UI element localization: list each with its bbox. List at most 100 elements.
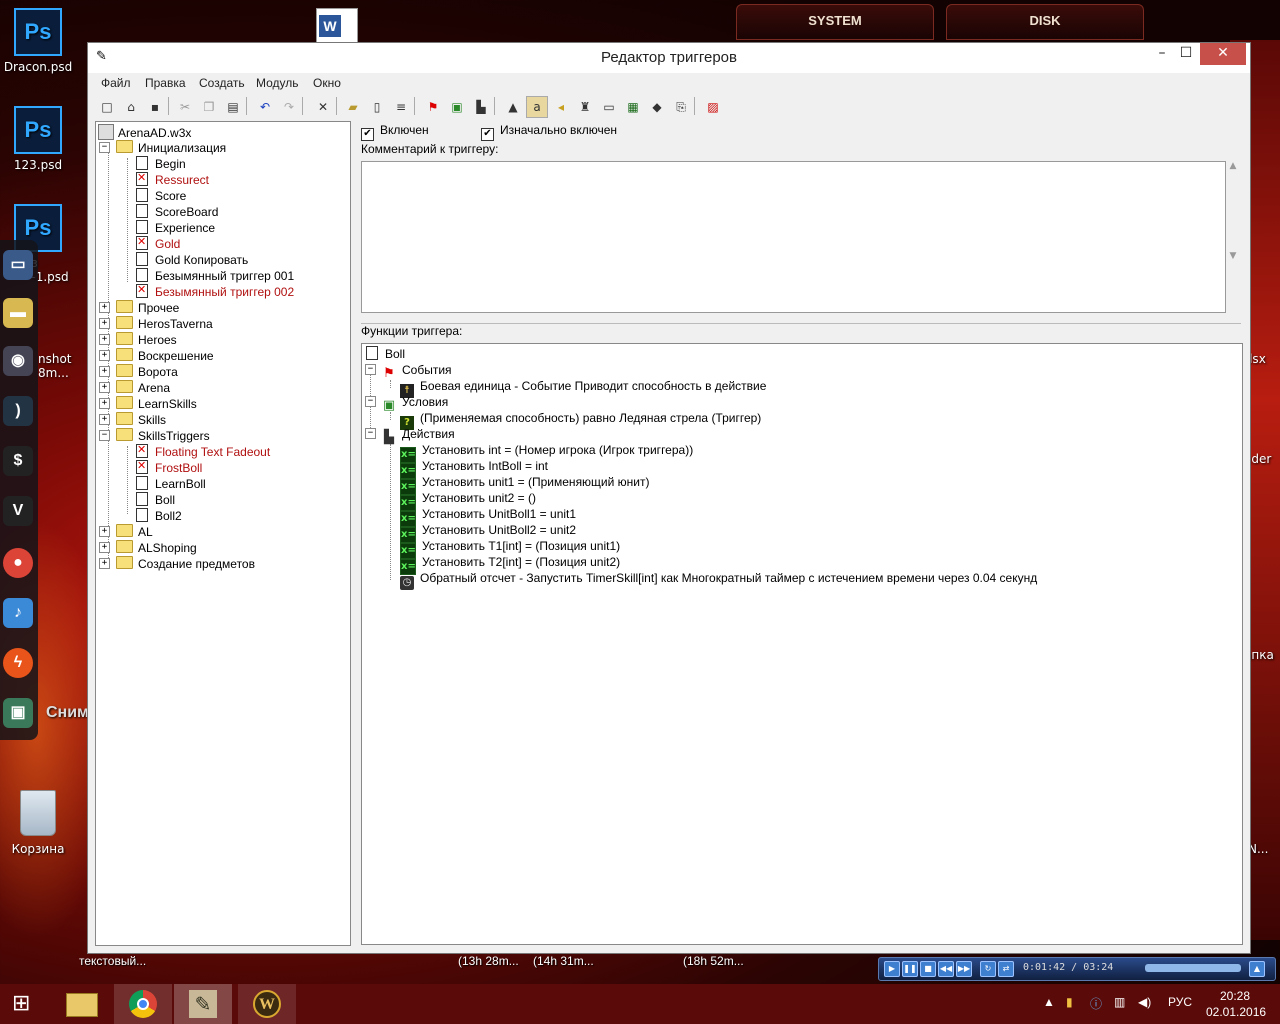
action-item[interactable]: x= Установить UnitBoll2 = unit2: [400, 522, 576, 543]
collapse-toggle[interactable]: −: [365, 428, 376, 439]
tree-trigger[interactable]: Gold Копировать: [134, 252, 248, 268]
collapse-toggle[interactable]: −: [99, 142, 110, 153]
dollar-icon[interactable]: $: [3, 446, 33, 476]
new-category-icon[interactable]: ▰: [342, 96, 364, 118]
redo-icon[interactable]: ↷: [278, 96, 300, 118]
action-item[interactable]: x= Установить IntBoll = int: [400, 458, 548, 479]
desktop-icon-123[interactable]: Ps 123.psd: [0, 106, 76, 172]
tree-trigger[interactable]: LearnBoll: [134, 476, 206, 492]
tree-trigger-selected[interactable]: Boll: [134, 492, 175, 508]
tree-category[interactable]: ALShoping: [116, 540, 197, 556]
new-action-icon[interactable]: ▙: [470, 96, 492, 118]
tree-trigger[interactable]: Безымянный триггер 001: [134, 268, 294, 284]
condition-item[interactable]: ? (Применяемая способность) равно Ледяная…: [400, 410, 761, 430]
section-divider[interactable]: [361, 323, 1241, 326]
tree-category[interactable]: SkillsTriggers: [116, 428, 210, 444]
events-node[interactable]: ⚑ События: [382, 362, 451, 381]
expand-toggle[interactable]: +: [99, 398, 110, 409]
menu-file[interactable]: Файл: [101, 76, 131, 90]
download-item[interactable]: (13h 28m...: [458, 954, 519, 968]
expand-toggle[interactable]: +: [99, 558, 110, 569]
tab-disk[interactable]: DISK: [946, 4, 1144, 40]
new-condition-icon[interactable]: ▣: [446, 96, 468, 118]
tree-root-map[interactable]: ArenaAD.w3x: [98, 124, 191, 140]
menu-edit[interactable]: Правка: [145, 76, 186, 90]
word-document-icon[interactable]: W: [316, 8, 358, 46]
tray-overflow-icon[interactable]: ▲: [1043, 995, 1055, 1009]
tree-trigger[interactable]: Begin: [134, 156, 186, 172]
tree-category[interactable]: Heroes: [116, 332, 177, 348]
menu-module[interactable]: Модуль: [256, 76, 299, 90]
action-item[interactable]: x= Установить T1[int] = (Позиция unit1): [400, 538, 620, 559]
download-item[interactable]: (18h 52m...: [683, 954, 744, 968]
expand-toggle[interactable]: +: [99, 382, 110, 393]
expand-toggle[interactable]: +: [99, 526, 110, 537]
music-note-icon[interactable]: ♪: [3, 598, 33, 628]
taskbar-chrome[interactable]: [114, 984, 172, 1024]
checkbox-box[interactable]: ✔: [481, 128, 494, 141]
stop-icon[interactable]: ■: [920, 961, 936, 977]
start-button[interactable]: ⊞: [0, 984, 58, 1024]
tree-category[interactable]: AL: [116, 524, 153, 540]
recycle-bin[interactable]: Корзина: [0, 790, 76, 856]
paste-icon[interactable]: ▤: [222, 96, 244, 118]
object-manager-icon[interactable]: ◆: [646, 96, 668, 118]
enabled-checkbox[interactable]: ✔ Включен: [361, 123, 429, 141]
object-editor-icon[interactable]: ♜: [574, 96, 596, 118]
eject-icon[interactable]: ▲: [1249, 961, 1265, 977]
clock[interactable]: 20:28 02.01.2016: [1206, 988, 1266, 1020]
play-icon[interactable]: ▶: [884, 961, 900, 977]
tree-trigger-disabled[interactable]: Ressurect: [134, 171, 209, 188]
cut-icon[interactable]: ✂: [174, 96, 196, 118]
tree-category[interactable]: HerosTaverna: [116, 316, 213, 332]
event-item[interactable]: ☨ Боевая единица - Событие Приводит спосо…: [400, 378, 766, 398]
pane-splitter[interactable]: [351, 121, 357, 944]
expand-toggle[interactable]: +: [99, 366, 110, 377]
expand-toggle[interactable]: +: [99, 542, 110, 553]
vampire-icon[interactable]: V: [3, 496, 33, 526]
expand-toggle[interactable]: +: [99, 318, 110, 329]
repeat-icon[interactable]: ↻: [980, 961, 996, 977]
next-icon[interactable]: ▶▶: [956, 961, 972, 977]
tree-category[interactable]: Skills: [116, 412, 166, 428]
tree-trigger-disabled[interactable]: FrostBoll: [134, 459, 202, 476]
music-app-icon[interactable]: ◉: [3, 346, 33, 376]
download-item[interactable]: (14h 31m...: [533, 954, 594, 968]
menu-window[interactable]: Окно: [313, 76, 341, 90]
open-icon[interactable]: ⌂: [120, 96, 142, 118]
volume-slider[interactable]: [1145, 964, 1241, 972]
info-icon[interactable]: ⓘ: [1090, 995, 1102, 1012]
tree-category[interactable]: Воскрешение: [116, 348, 214, 364]
expand-toggle[interactable]: +: [99, 334, 110, 345]
network-icon[interactable]: ): [3, 396, 33, 426]
close-button[interactable]: ✕: [1200, 43, 1246, 65]
screenshot-icon[interactable]: ▣: [3, 698, 33, 728]
tree-trigger[interactable]: Experience: [134, 220, 215, 236]
computer-icon[interactable]: ▭: [3, 250, 33, 280]
comment-scrollbar[interactable]: ▲ ▼: [1226, 161, 1240, 311]
import-manager-icon[interactable]: ⎘: [670, 96, 692, 118]
tree-trigger[interactable]: Boll2: [134, 508, 182, 524]
taskbar-world-editor[interactable]: ✎: [174, 984, 232, 1024]
action-item[interactable]: x= Установить T2[int] = (Позиция unit2): [400, 554, 620, 575]
network-icon[interactable]: ▥: [1114, 995, 1125, 1009]
taskbar-warcraft[interactable]: W: [238, 984, 296, 1024]
tree-trigger[interactable]: Score: [134, 188, 186, 204]
menu-create[interactable]: Создать: [199, 76, 245, 90]
terrain-editor-icon[interactable]: ▲: [502, 96, 524, 118]
tree-category[interactable]: Arena: [116, 380, 170, 396]
new-icon[interactable]: □: [96, 96, 118, 118]
pause-icon[interactable]: ❚❚: [902, 961, 918, 977]
collapse-toggle[interactable]: −: [99, 430, 110, 441]
comment-textarea[interactable]: [361, 161, 1226, 313]
campaign-editor-icon[interactable]: ▭: [598, 96, 620, 118]
tree-category[interactable]: Инициализация: [116, 140, 226, 156]
previous-icon[interactable]: ◀◀: [938, 961, 954, 977]
tree-category[interactable]: Прочее: [116, 300, 179, 316]
delete-icon[interactable]: ✕: [312, 96, 334, 118]
volume-icon[interactable]: ◀): [1138, 995, 1151, 1009]
language-indicator[interactable]: РУС: [1168, 995, 1192, 1009]
task-label[interactable]: текстовый...: [79, 954, 146, 968]
new-comment-icon[interactable]: ≡: [390, 96, 412, 118]
trigger-editor-tool-icon[interactable]: a: [526, 96, 548, 118]
